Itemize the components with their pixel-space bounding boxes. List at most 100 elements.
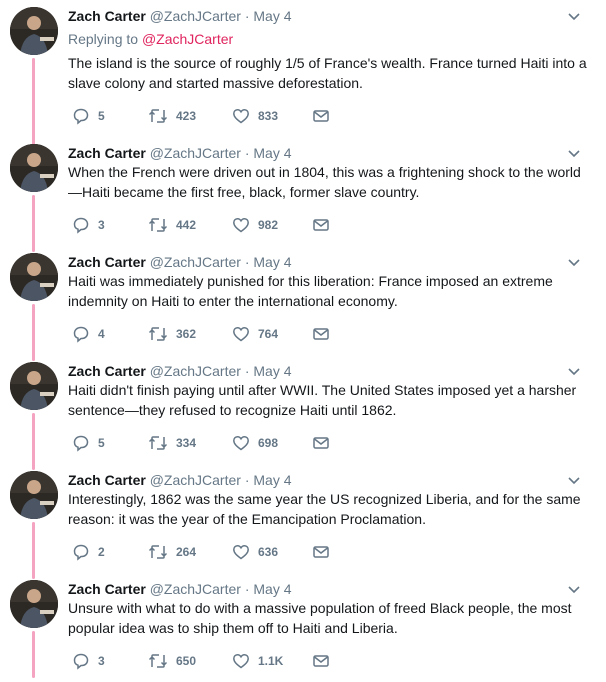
avatar[interactable]: [10, 362, 58, 410]
tweet-date[interactable]: May 4: [253, 581, 291, 597]
tweet[interactable]: Zach Carter @ZachJCarter · May 4 When th…: [0, 137, 606, 252]
author-handle[interactable]: @ZachJCarter: [150, 363, 241, 379]
reply-button[interactable]: 2: [72, 542, 105, 562]
retweet-icon: [148, 218, 168, 232]
author-name[interactable]: Zach Carter: [68, 363, 146, 379]
like-count: 833: [258, 109, 279, 123]
avatar[interactable]: [10, 471, 58, 519]
heart-icon: [233, 435, 249, 451]
like-button[interactable]: 982: [232, 215, 278, 235]
thread-line: [32, 195, 35, 252]
tweet-header: Zach Carter @ZachJCarter · May 4: [68, 143, 292, 163]
tweet[interactable]: Zach Carter @ZachJCarter · May 4 Haiti d…: [0, 355, 606, 470]
retweet-count: 264: [176, 545, 197, 559]
reply-icon: [73, 435, 89, 452]
chevron-down-icon[interactable]: [566, 145, 582, 161]
thread-line: [32, 413, 35, 470]
reply-count: 3: [98, 218, 105, 232]
author-name[interactable]: Zach Carter: [68, 581, 146, 597]
separator-dot: ·: [244, 145, 250, 161]
tweet-text: Haiti was immediately punished for this …: [68, 273, 553, 309]
like-button[interactable]: 833: [232, 106, 278, 126]
tweet-date[interactable]: May 4: [253, 472, 291, 488]
avatar[interactable]: [10, 580, 58, 628]
author-name[interactable]: Zach Carter: [68, 8, 146, 24]
reply-icon: [73, 653, 89, 670]
chevron-down-icon[interactable]: [566, 254, 582, 270]
retweet-icon: [148, 654, 168, 668]
tweet-header: Zach Carter @ZachJCarter · May 4: [68, 6, 292, 26]
tweet[interactable]: Zach Carter @ZachJCarter · May 4 Haiti w…: [0, 246, 606, 361]
avatar[interactable]: [10, 253, 58, 301]
direct-message-button[interactable]: [312, 324, 338, 344]
tweet-date[interactable]: May 4: [253, 254, 291, 270]
replying-prefix: Replying to: [68, 31, 139, 47]
tweet[interactable]: Zach Carter @ZachJCarter · May 4 Unsure …: [0, 573, 606, 682]
separator-dot: ·: [244, 581, 250, 597]
envelope-icon: [313, 655, 329, 667]
reply-button[interactable]: 4: [72, 324, 105, 344]
retweet-count: 362: [176, 327, 197, 341]
like-button[interactable]: 1.1K: [232, 651, 283, 671]
like-button[interactable]: 636: [232, 542, 278, 562]
avatar[interactable]: [10, 144, 58, 192]
tweet-header: Zach Carter @ZachJCarter · May 4: [68, 252, 292, 272]
retweet-button[interactable]: 334: [148, 433, 196, 453]
author-name[interactable]: Zach Carter: [68, 254, 146, 270]
like-button[interactable]: 764: [232, 324, 278, 344]
reply-button[interactable]: 3: [72, 651, 105, 671]
tweet-header: Zach Carter @ZachJCarter · May 4: [68, 579, 292, 599]
author-name[interactable]: Zach Carter: [68, 472, 146, 488]
tweet[interactable]: Zach Carter @ZachJCarter · May 4 Interes…: [0, 464, 606, 579]
like-button[interactable]: 698: [232, 433, 278, 453]
chevron-down-icon[interactable]: [566, 8, 582, 24]
author-handle[interactable]: @ZachJCarter: [150, 145, 241, 161]
direct-message-button[interactable]: [312, 651, 338, 671]
tweet-actions: 4 362 764: [68, 324, 368, 344]
tweet-text: When the French were driven out in 1804,…: [68, 164, 581, 200]
tweet-actions: 3 442 982: [68, 215, 368, 235]
chevron-down-icon[interactable]: [566, 472, 582, 488]
tweet-actions: 2 264 636: [68, 542, 368, 562]
retweet-button[interactable]: 362: [148, 324, 196, 344]
tweet-date[interactable]: May 4: [253, 8, 291, 24]
reply-button[interactable]: 5: [72, 433, 105, 453]
direct-message-button[interactable]: [312, 215, 338, 235]
retweet-button[interactable]: 423: [148, 106, 196, 126]
reply-button[interactable]: 3: [72, 215, 105, 235]
envelope-icon: [313, 219, 329, 231]
chevron-down-icon[interactable]: [566, 363, 582, 379]
chevron-down-icon[interactable]: [566, 581, 582, 597]
like-count: 764: [258, 327, 279, 341]
direct-message-button[interactable]: [312, 433, 338, 453]
retweet-button[interactable]: 650: [148, 651, 196, 671]
replying-mention-link[interactable]: @ZachJCarter: [142, 31, 233, 47]
direct-message-button[interactable]: [312, 106, 338, 126]
heart-icon: [233, 544, 249, 560]
tweet-thread: Zach Carter @ZachJCarter · May 4 Replyin…: [0, 0, 606, 678]
reply-count: 5: [98, 109, 105, 123]
author-name[interactable]: Zach Carter: [68, 145, 146, 161]
tweet-text: Unsure with what to do with a massive po…: [68, 600, 572, 636]
retweet-count: 423: [176, 109, 197, 123]
tweet-date[interactable]: May 4: [253, 363, 291, 379]
tweet-date[interactable]: May 4: [253, 145, 291, 161]
author-handle[interactable]: @ZachJCarter: [150, 472, 241, 488]
thread-line: [32, 631, 35, 678]
reply-button[interactable]: 5: [72, 106, 105, 126]
thread-line: [32, 304, 35, 361]
retweet-button[interactable]: 442: [148, 215, 196, 235]
author-handle[interactable]: @ZachJCarter: [150, 254, 241, 270]
separator-dot: ·: [244, 254, 250, 270]
direct-message-button[interactable]: [312, 542, 338, 562]
retweet-icon: [148, 109, 168, 123]
tweet[interactable]: Zach Carter @ZachJCarter · May 4 Replyin…: [0, 0, 606, 168]
author-handle[interactable]: @ZachJCarter: [150, 581, 241, 597]
avatar[interactable]: [10, 7, 58, 55]
tweet-header: Zach Carter @ZachJCarter · May 4: [68, 361, 292, 381]
retweet-count: 650: [176, 654, 197, 668]
reply-count: 5: [98, 436, 105, 450]
author-handle[interactable]: @ZachJCarter: [150, 8, 241, 24]
retweet-button[interactable]: 264: [148, 542, 196, 562]
heart-icon: [233, 108, 249, 124]
